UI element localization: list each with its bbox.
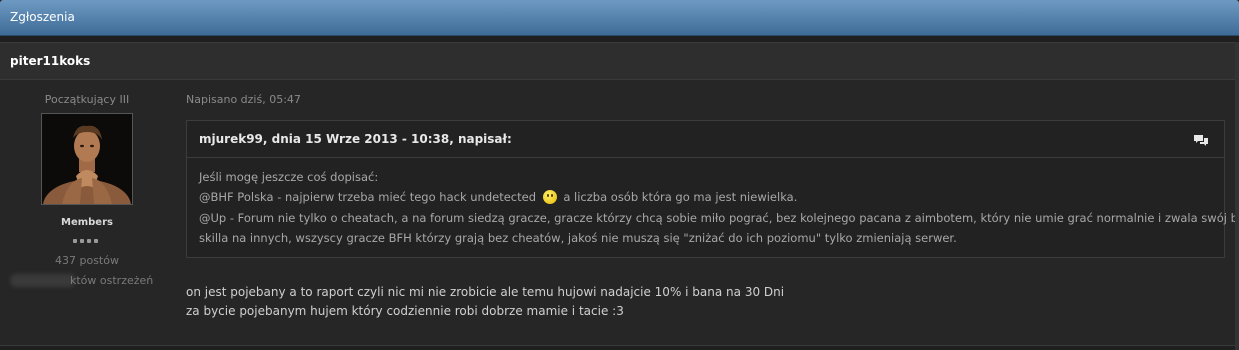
- rank-pip: [73, 239, 77, 243]
- quote-line-part: a liczba osób która go ma jest niewielka…: [563, 190, 798, 204]
- author-name-link[interactable]: piter11koks: [10, 54, 90, 68]
- section-title: Zgłoszenia: [10, 10, 75, 24]
- quote-block: mjurek99, dnia 15 Wrze 2013 - 10:38, nap…: [186, 120, 1239, 258]
- rank-pip: [94, 239, 98, 243]
- quote-citation: mjurek99, dnia 15 Wrze 2013 - 10:38, nap…: [199, 132, 512, 146]
- avatar-image: [42, 114, 132, 204]
- message-line: za bycie pojebanym hujem który codzienni…: [186, 304, 624, 318]
- quote-header: mjurek99, dnia 15 Wrze 2013 - 10:38, nap…: [187, 121, 1224, 158]
- section-header: Zgłoszenia: [0, 0, 1239, 36]
- rank-pip: [80, 239, 84, 243]
- rank-pip: [87, 239, 91, 243]
- quote-line: @Up - Forum nie tylko o cheatach, a na f…: [199, 211, 1239, 225]
- quote-line: @BHF Polska - najpierw trzeba mieć tego …: [199, 190, 797, 204]
- warning-points-blurred: [10, 274, 76, 287]
- author-group: Members: [61, 217, 113, 228]
- quote-line: Jeśli mogę jeszcze coś dopisać:: [199, 170, 379, 184]
- rank-pips: [73, 239, 103, 245]
- quote-bubbles-icon[interactable]: [1193, 134, 1209, 146]
- message-line: on jest pojebany a to raport czyli nic m…: [186, 285, 785, 299]
- quote-line-part: @BHF Polska - najpierw trzeba mieć tego …: [199, 190, 537, 204]
- post-timestamp[interactable]: Napisano dziś, 05:47: [186, 93, 301, 106]
- warning-points-label[interactable]: któw ostrzeżeń: [70, 274, 153, 287]
- wink-smiley-icon: [542, 190, 557, 204]
- page-scrollbar-edge: [1235, 42, 1239, 350]
- post-author-bar: piter11koks: [0, 42, 1239, 80]
- post-count: 437 postów: [55, 254, 119, 267]
- avatar[interactable]: [41, 113, 133, 205]
- quote-line: skilla na innych, wszyscy gracze BFH któ…: [199, 231, 957, 245]
- author-rank: Początkujący III: [44, 93, 130, 106]
- post-container: Początkujący III Members 437 postów któw…: [0, 80, 1239, 346]
